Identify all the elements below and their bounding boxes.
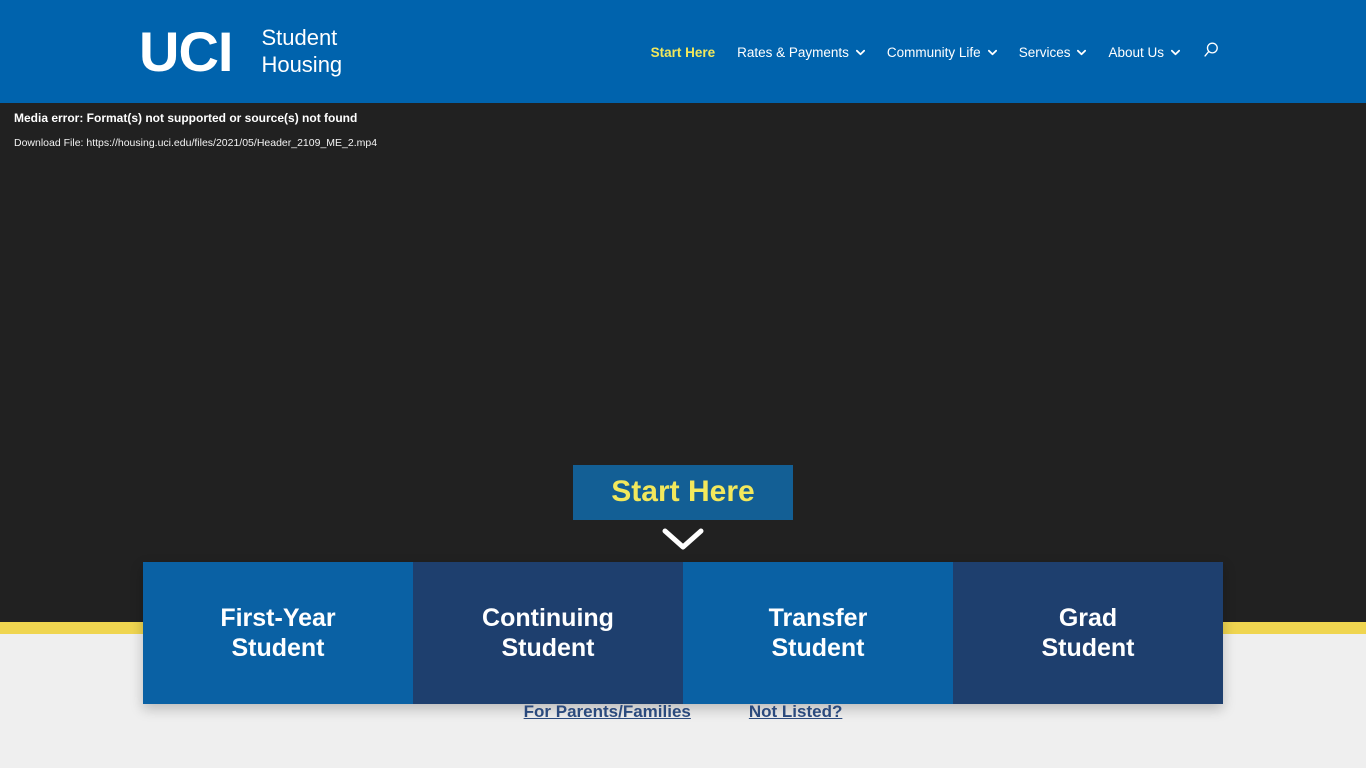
card-label-line1: Grad bbox=[1058, 603, 1118, 632]
card-label-line1: Transfer bbox=[768, 603, 868, 632]
audience-card-list: First-Year Student Continuing Student Tr… bbox=[143, 562, 1223, 704]
card-label-line1: First-Year bbox=[220, 603, 336, 632]
card-label-line2: Student bbox=[771, 634, 865, 662]
nav-item-community-life[interactable]: Community Life bbox=[887, 45, 997, 60]
main-navigation: Start Here Rates & Payments Community Li… bbox=[651, 41, 1220, 64]
chevron-down-icon[interactable] bbox=[661, 527, 705, 556]
logo-divider bbox=[246, 24, 247, 80]
media-error-message: Media error: Format(s) not supported or … bbox=[14, 111, 358, 125]
nav-item-services-label: Services bbox=[1018, 45, 1071, 60]
nav-item-about-us-label: About Us bbox=[1108, 45, 1164, 60]
nav-item-about-us[interactable]: About Us bbox=[1108, 45, 1180, 60]
card-label: First-Year Student bbox=[220, 603, 335, 664]
card-label: Grad Student bbox=[1041, 603, 1134, 664]
nav-item-rates-and-payments[interactable]: Rates & Payments bbox=[737, 45, 865, 60]
card-label-line2: Student bbox=[231, 634, 325, 662]
nav-item-community-life-label: Community Life bbox=[886, 45, 981, 60]
start-here-button[interactable]: Start Here bbox=[573, 465, 793, 520]
secondary-links: For Parents/Families Not Listed? bbox=[0, 702, 1366, 722]
card-label: Continuing Student bbox=[482, 603, 614, 664]
audience-selector-section: First-Year Student Continuing Student Tr… bbox=[0, 562, 1366, 768]
link-not-listed[interactable]: Not Listed? bbox=[749, 702, 843, 722]
site-header: UCI Student Housing Start Here Rates & P… bbox=[0, 0, 1366, 103]
card-label-line2: Student bbox=[1041, 634, 1135, 662]
card-transfer-student[interactable]: Transfer Student bbox=[683, 562, 953, 704]
chevron-down-icon bbox=[1077, 48, 1087, 57]
start-here-cta-group: Start Here bbox=[0, 465, 1366, 556]
search-icon bbox=[1202, 41, 1220, 64]
chevron-down-icon bbox=[855, 48, 865, 57]
card-grad-student[interactable]: Grad Student bbox=[953, 562, 1223, 704]
nav-item-services[interactable]: Services bbox=[1019, 45, 1087, 60]
card-continuing-student[interactable]: Continuing Student bbox=[413, 562, 683, 704]
search-button[interactable] bbox=[1202, 41, 1220, 64]
card-label-line2: Student bbox=[501, 634, 595, 662]
uci-logo-icon: UCI bbox=[139, 20, 233, 83]
logo-subtitle: Student Housing bbox=[261, 25, 342, 79]
chevron-down-icon bbox=[987, 48, 997, 57]
link-for-parents-families[interactable]: For Parents/Families bbox=[524, 702, 691, 722]
nav-item-start-here[interactable]: Start Here bbox=[651, 45, 716, 60]
logo-subtitle-line2: Housing bbox=[261, 52, 343, 77]
media-download-link[interactable]: Download File: https://housing.uci.edu/f… bbox=[14, 137, 377, 149]
card-label-line1: Continuing bbox=[482, 603, 614, 632]
nav-item-rates-and-payments-label: Rates & Payments bbox=[737, 45, 849, 60]
logo-subtitle-line1: Student bbox=[261, 25, 338, 51]
site-logo[interactable]: UCI Student Housing bbox=[139, 19, 342, 85]
card-label: Transfer Student bbox=[769, 603, 868, 664]
hero-video-section: Media error: Format(s) not supported or … bbox=[0, 103, 1366, 622]
nav-item-start-here-label: Start Here bbox=[650, 45, 716, 60]
card-first-year-student[interactable]: First-Year Student bbox=[143, 562, 413, 704]
chevron-down-icon bbox=[1171, 48, 1180, 57]
